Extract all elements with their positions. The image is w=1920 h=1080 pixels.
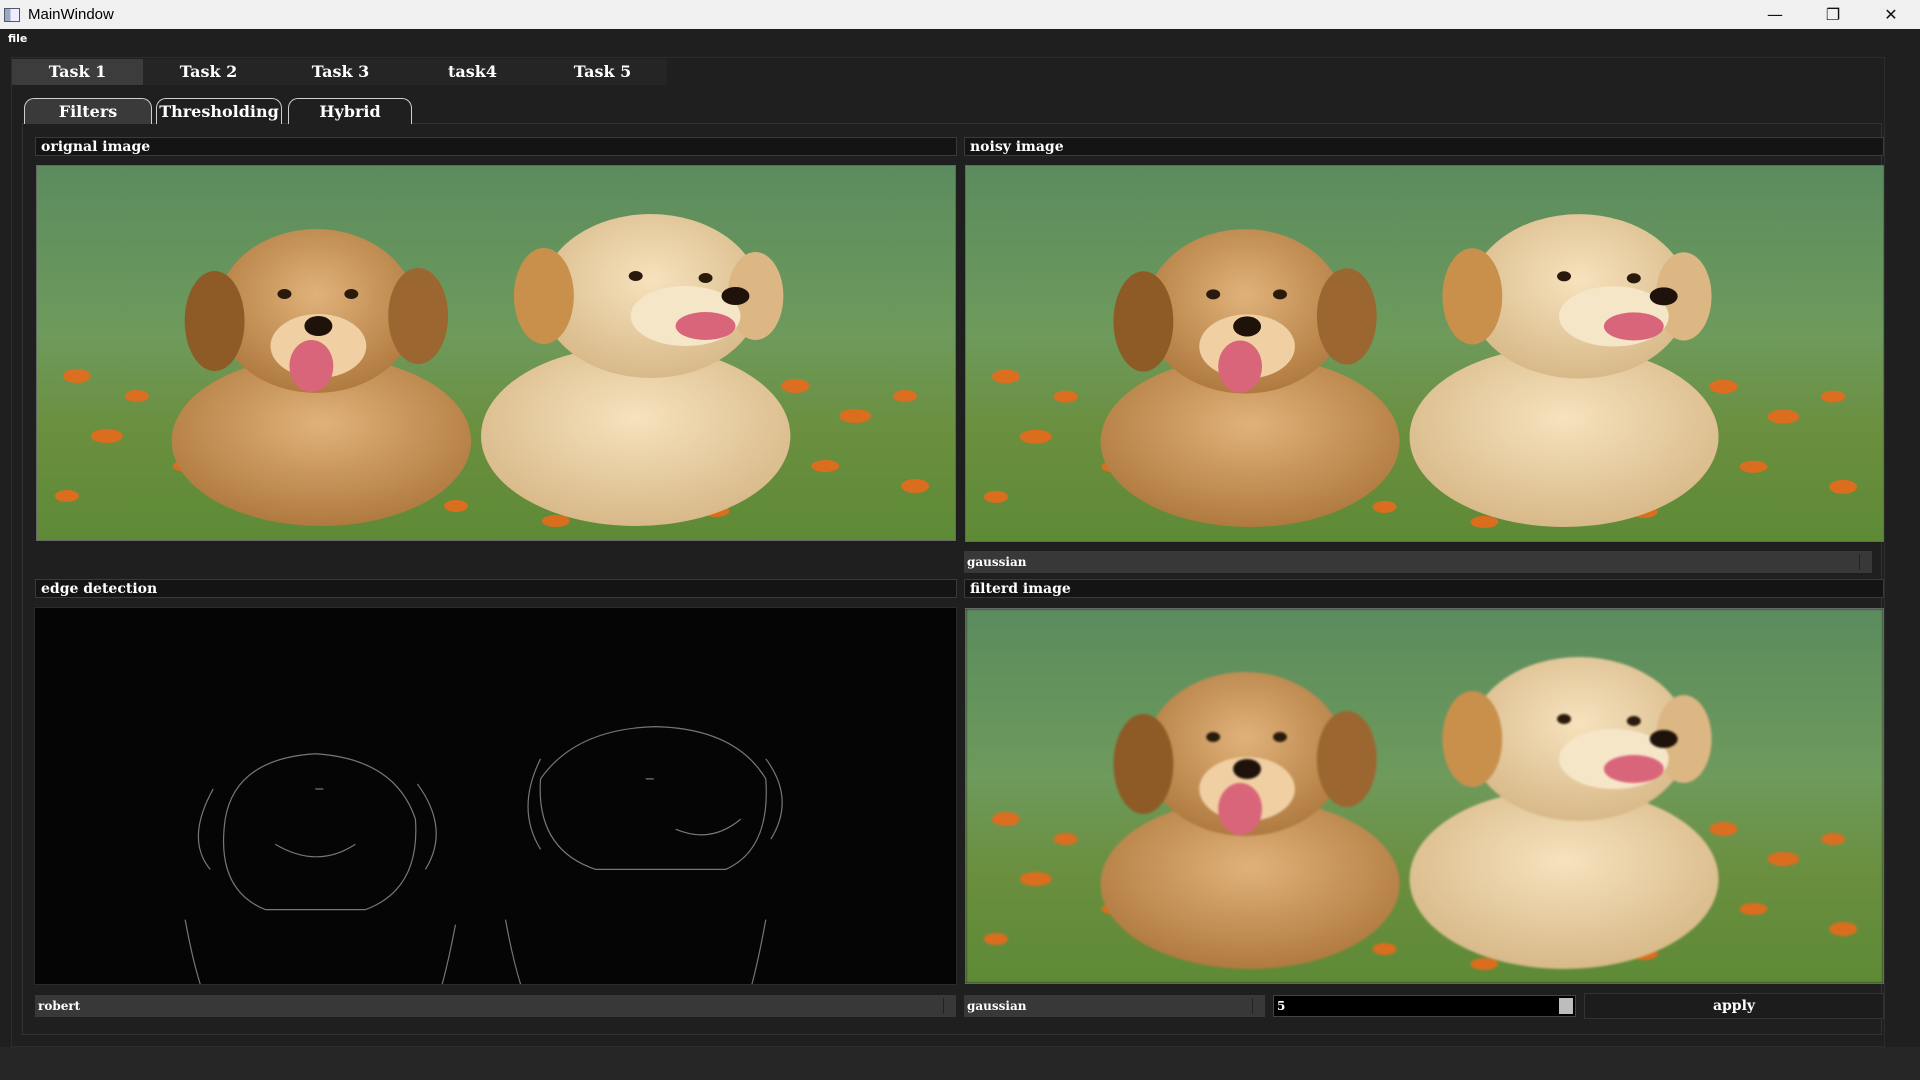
- edge-method-dropdown[interactable]: robert: [35, 995, 956, 1017]
- original-image: [36, 165, 956, 541]
- restore-icon: ❐: [1825, 5, 1841, 24]
- restore-button[interactable]: ❐: [1804, 0, 1862, 29]
- menu-file[interactable]: file: [8, 32, 27, 45]
- spin-handle[interactable]: [1559, 998, 1573, 1014]
- original-image-label: orignal image: [35, 137, 957, 156]
- kernel-size-input[interactable]: 5: [1273, 995, 1576, 1017]
- close-button[interactable]: ✕: [1862, 0, 1920, 29]
- tab-thresholding[interactable]: Thresholding: [156, 98, 282, 124]
- tab-filters[interactable]: Filters: [24, 98, 152, 124]
- kernel-size-value: 5: [1277, 999, 1286, 1013]
- edge-image-svg: [35, 608, 956, 984]
- tab-hybrid[interactable]: Hybrid: [288, 98, 412, 124]
- task-tabs: Task 1 Task 2 Task 3 task4 Task 5: [12, 59, 667, 85]
- dropdown-separator: [1252, 998, 1253, 1014]
- noise-type-dropdown[interactable]: gaussian: [964, 551, 1872, 573]
- tab-task-4[interactable]: task4: [407, 59, 538, 85]
- noise-type-value: gaussian: [967, 555, 1027, 569]
- edge-detection-label: edge detection: [35, 579, 957, 598]
- tab-task-2[interactable]: Task 2: [143, 59, 274, 85]
- tab-task-3[interactable]: Task 3: [274, 59, 407, 85]
- minimize-button[interactable]: —: [1746, 0, 1804, 29]
- filter-type-value: gaussian: [967, 999, 1027, 1013]
- tab-task-5[interactable]: Task 5: [538, 59, 667, 85]
- dropdown-separator: [943, 998, 944, 1014]
- close-icon: ✕: [1884, 5, 1898, 24]
- filtered-image-label: filterd image: [964, 579, 1884, 598]
- filter-type-dropdown[interactable]: gaussian: [964, 995, 1265, 1017]
- status-bar: [0, 1047, 1920, 1080]
- apply-button[interactable]: apply: [1584, 993, 1884, 1019]
- filtered-image-svg: [966, 609, 1883, 983]
- menu-bar: file: [0, 29, 1920, 49]
- window-title: MainWindow: [28, 6, 114, 23]
- title-bar: MainWindow — ❐ ✕: [0, 0, 1920, 29]
- noisy-image-svg: [966, 166, 1883, 541]
- noisy-image: [965, 165, 1884, 542]
- edge-image: [34, 607, 957, 985]
- original-image-svg: [37, 166, 955, 540]
- window-controls: — ❐ ✕: [1746, 0, 1920, 29]
- edge-method-value: robert: [38, 999, 81, 1013]
- dropdown-separator: [1859, 554, 1860, 570]
- app-icon: [4, 7, 20, 22]
- tab-task-1[interactable]: Task 1: [12, 59, 143, 85]
- noisy-image-label: noisy image: [964, 137, 1884, 156]
- filtered-image: [965, 608, 1884, 984]
- minimize-icon: —: [1767, 5, 1783, 24]
